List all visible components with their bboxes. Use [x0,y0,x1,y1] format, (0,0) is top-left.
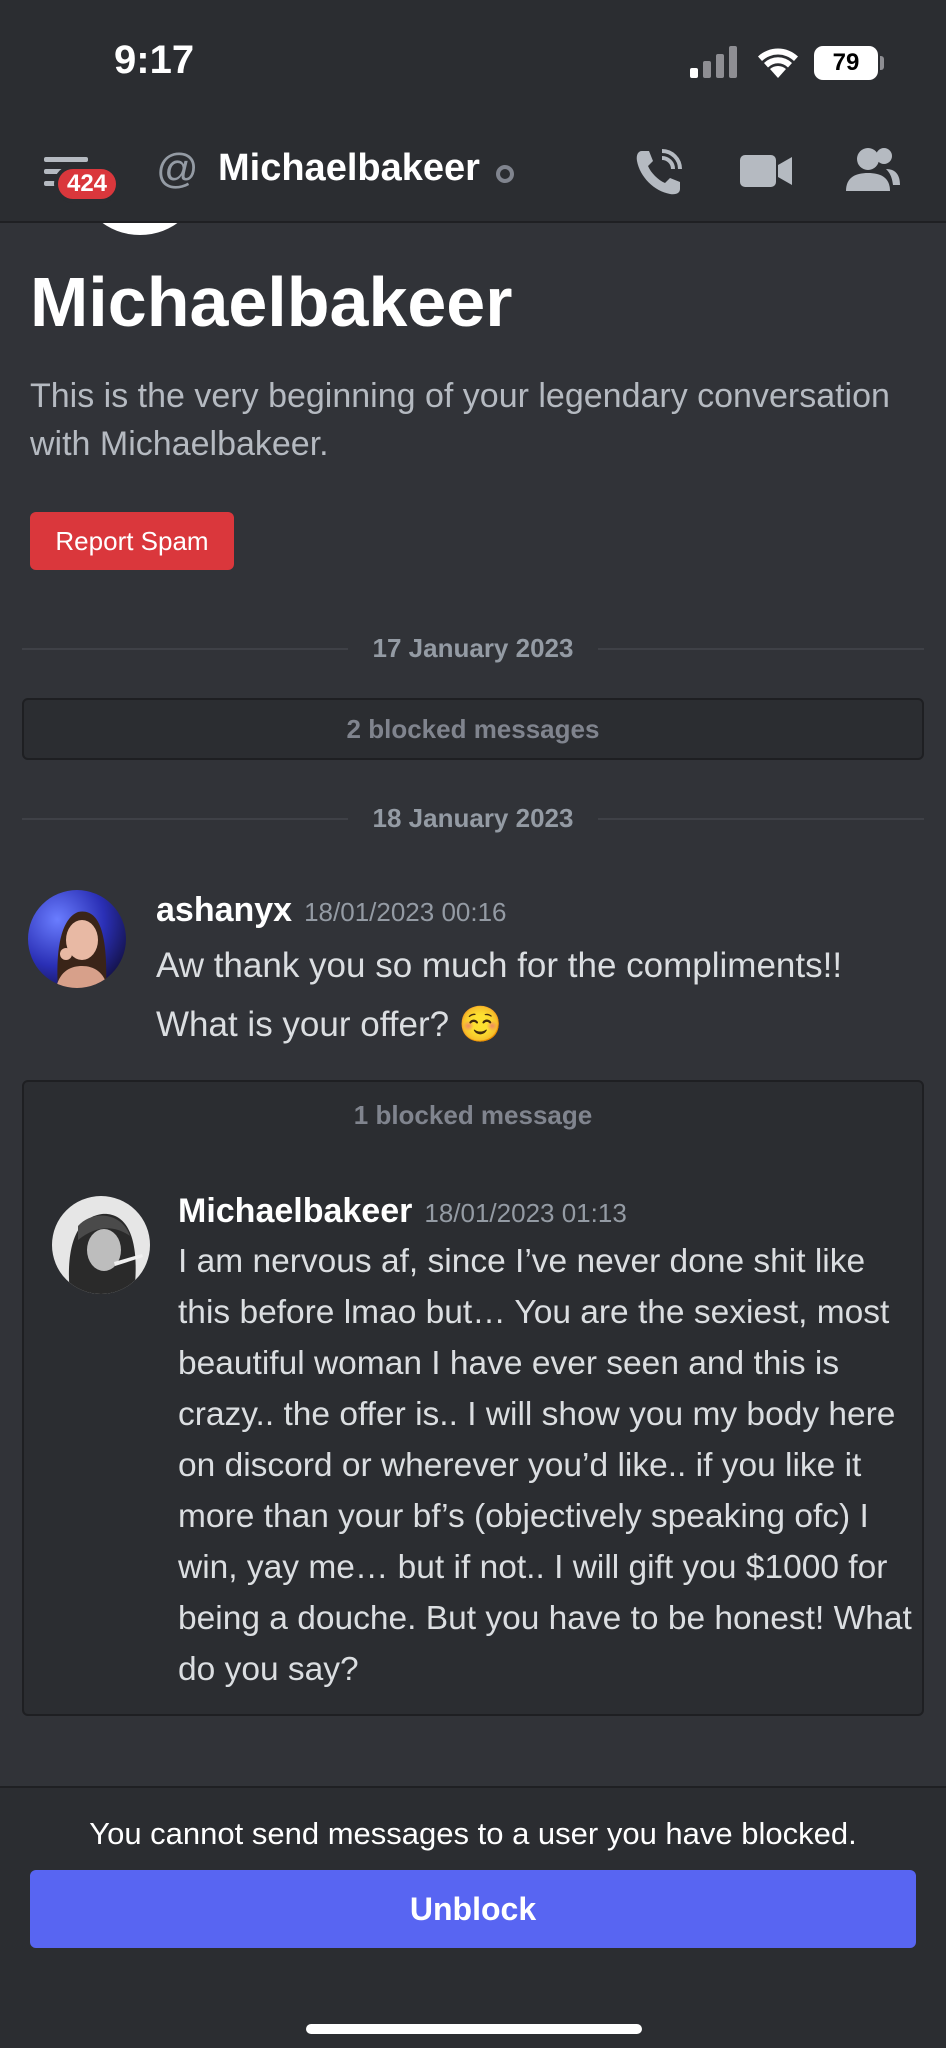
blocked-message-group: 1 blocked message Michaelbakeer 18/01/202… [22,1080,924,1716]
message-text: What is your offer? ☺️ [156,1005,503,1044]
message: Michaelbakeer 18/01/2023 01:13 I am nervo… [178,1186,916,1695]
date-divider: 17 January 2023 [22,628,924,668]
battery-nub [880,56,884,70]
blocked-messages-toggle[interactable]: 1 blocked message [24,1100,922,1131]
date-label: 18 January 2023 [372,803,574,833]
call-icon[interactable] [632,145,686,199]
intro-title: Michaelbakeer [30,263,513,341]
members-icon[interactable] [846,145,900,195]
clock: 9:17 [114,38,195,82]
video-icon[interactable] [740,151,792,191]
unblock-button[interactable]: Unblock [30,1870,916,1948]
avatar[interactable] [52,1196,150,1294]
battery-icon: 79 [814,46,878,80]
unread-badge: 424 [54,165,120,203]
intro-text: This is the very beginning of your legen… [30,377,890,463]
status-bar: 9:17 79 [0,0,946,125]
date-divider: 18 January 2023 [22,798,924,838]
message-author[interactable]: ashanyx [156,891,292,929]
message: ashanyx 18/01/2023 00:16 Aw thank you so … [156,884,926,1050]
wifi-icon [758,48,798,78]
blocked-footer: You cannot send messages to a user you h… [0,1786,946,2048]
message-timestamp: 18/01/2023 01:13 [424,1198,627,1228]
date-label: 17 January 2023 [372,633,574,663]
message-author[interactable]: Michaelbakeer [178,1192,412,1230]
message-timestamp: 18/01/2023 00:16 [304,897,507,927]
channel-header: 424 @ Michaelbakeer [0,125,946,223]
home-indicator[interactable] [306,2024,642,2034]
blocked-messages-toggle[interactable]: 2 blocked messages [22,698,924,760]
message-text: Aw thank you so much for the compliments… [156,946,843,985]
message-text: I am nervous af, since I’ve never done s… [178,1243,912,1688]
header-title[interactable]: Michaelbakeer [218,147,480,190]
signal-icon [690,46,737,78]
blocked-notice: You cannot send messages to a user you h… [89,1816,857,1851]
at-icon: @ [156,145,199,192]
offline-status-icon [496,165,514,183]
report-spam-button[interactable]: Report Spam [30,512,234,570]
avatar[interactable] [28,890,126,988]
